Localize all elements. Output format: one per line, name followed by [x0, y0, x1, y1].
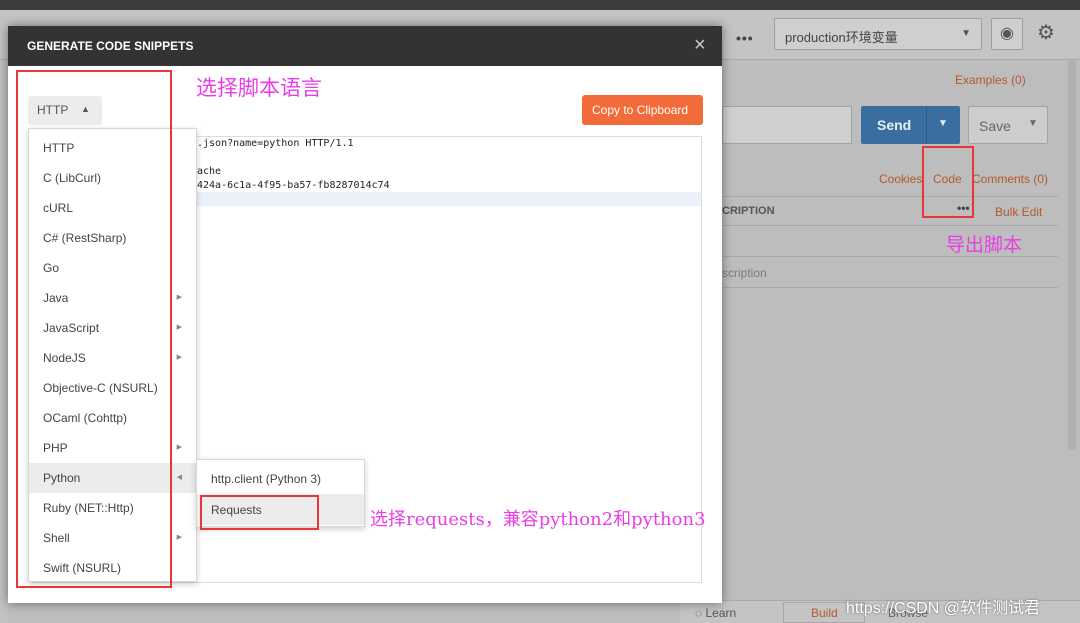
manage-environments-button[interactable]: ⚙ [1030, 18, 1062, 50]
chevron-left-icon: ◀ [176, 474, 182, 481]
annotation-select-requests: 选择requests，兼容python2和python3 [370, 509, 706, 530]
send-button-label: Send [877, 117, 912, 133]
eye-icon: ◉ [1000, 25, 1014, 42]
watermark: https://CSDN @软件测试君 [846, 600, 1041, 617]
chevron-down-icon[interactable]: ▼ [1028, 118, 1038, 129]
copy-button-label: Copy to Clipboard [592, 103, 689, 117]
cookies-link[interactable]: Cookies [879, 172, 922, 186]
chevron-right-icon: ▶ [176, 534, 182, 541]
copy-to-clipboard-button[interactable]: Copy to Clipboard [582, 95, 703, 125]
chevron-down-icon[interactable]: ▼ [938, 118, 948, 129]
chevron-right-icon: ▶ [176, 444, 182, 451]
left-panel-strip [0, 60, 8, 623]
submenu-item-http-client[interactable]: http.client (Python 3) [197, 463, 364, 494]
gear-icon: ⚙ [1037, 22, 1055, 44]
annotation-export-script: 导出脚本 [946, 234, 1023, 256]
bulk-edit-link[interactable]: Bulk Edit [995, 205, 1042, 219]
request-url-input[interactable] [722, 106, 852, 144]
annotation-select-language: 选择脚本语言 [196, 76, 322, 100]
more-tabs-button[interactable]: ••• [736, 30, 754, 46]
save-button-label: Save [979, 118, 1011, 134]
submenu-item-label: http.client (Python 3) [211, 472, 322, 486]
description-column-header: CRIPTION [722, 205, 775, 217]
modal-header: GENERATE CODE SNIPPETS × [8, 26, 722, 66]
learn-label: Learn [705, 606, 737, 620]
code-line: 424a-6c1a-4f95-ba57-fb8287014c74 [197, 180, 390, 191]
environment-select-value: production环境变量 [785, 30, 898, 45]
description-input[interactable]: scription [722, 266, 767, 280]
send-button-divider [926, 106, 927, 144]
main-scrollbar[interactable] [1068, 60, 1076, 450]
comments-link[interactable]: Comments (0) [972, 172, 1048, 186]
chevron-right-icon: ▶ [176, 354, 182, 361]
code-line: .json?name=python HTTP/1.1 [197, 138, 354, 149]
chevron-right-icon: ▶ [176, 294, 182, 301]
chevron-down-icon: ▼ [961, 28, 971, 39]
chevron-right-icon: ▶ [176, 324, 182, 331]
table-row-divider [722, 287, 1058, 288]
learn-button[interactable]: ◌ Learn [695, 606, 736, 620]
app-top-bar [0, 0, 1080, 10]
code-line: ache [197, 166, 222, 177]
close-icon[interactable]: × [694, 34, 706, 56]
annotation-box-language-menu [16, 70, 172, 588]
annotation-box-code-link [922, 146, 974, 218]
annotation-box-requests [200, 495, 319, 530]
lightbulb-icon: ◌ [695, 606, 706, 620]
build-tab-label: Build [811, 606, 838, 620]
modal-title: GENERATE CODE SNIPPETS [27, 39, 194, 53]
examples-link[interactable]: Examples (0) [955, 73, 1026, 87]
environment-quick-look-button[interactable]: ◉ [991, 18, 1023, 50]
environment-select[interactable]: production环境变量 ▼ [774, 18, 982, 50]
